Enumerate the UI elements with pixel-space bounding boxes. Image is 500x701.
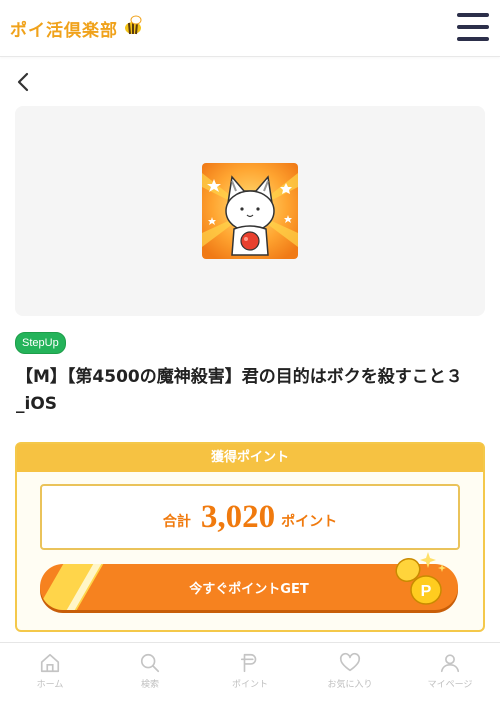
bottom-navigation: ホーム 検索 ポイント お気に入り マイページ: [0, 642, 500, 701]
logo-text: ポイ活倶楽部: [10, 20, 118, 41]
site-logo[interactable]: ポイ活倶楽部: [10, 15, 145, 41]
hamburger-menu-icon[interactable]: [457, 13, 489, 41]
person-icon: [440, 654, 460, 673]
total-points-value: 3,020: [200, 498, 276, 535]
nav-mypage-label: マイページ: [427, 680, 473, 690]
nav-search[interactable]: 検索: [100, 643, 200, 701]
points-unit-label: ポイント: [281, 514, 338, 530]
nav-home[interactable]: ホーム: [0, 643, 100, 701]
nav-points[interactable]: ポイント: [200, 643, 300, 701]
nav-mypage[interactable]: マイページ: [400, 643, 500, 701]
nav-search-label: 検索: [140, 680, 159, 690]
svg-text:P: P: [421, 583, 432, 600]
coins-icon: P: [388, 550, 448, 608]
heart-icon: [339, 652, 361, 672]
nav-favorites[interactable]: お気に入り: [300, 643, 400, 701]
home-icon: [40, 653, 60, 673]
cat-character-app-icon: [202, 163, 298, 259]
bee-icon: [121, 14, 145, 42]
total-label: 合計: [162, 514, 191, 530]
search-icon: [140, 653, 160, 673]
offer-image-area: [15, 106, 485, 316]
app-header: ポイ活倶楽部: [0, 0, 500, 57]
points-panel-header: 獲得ポイント: [17, 444, 483, 472]
offer-title: 【M】【第4500の魔神殺害】君の目的はボクを殺すこと３_iOS: [16, 367, 463, 414]
chevron-left-icon[interactable]: [14, 70, 34, 94]
nav-home-label: ホーム: [36, 680, 64, 690]
nav-points-label: ポイント: [231, 680, 268, 690]
nav-favorites-label: お気に入り: [327, 680, 373, 690]
point-p-icon: [240, 653, 257, 673]
get-points-label: 今すぐポイントGET: [189, 581, 309, 597]
total-points-box: 合計 3,020 ポイント: [40, 484, 460, 550]
stepup-tag: StepUp: [15, 332, 66, 354]
